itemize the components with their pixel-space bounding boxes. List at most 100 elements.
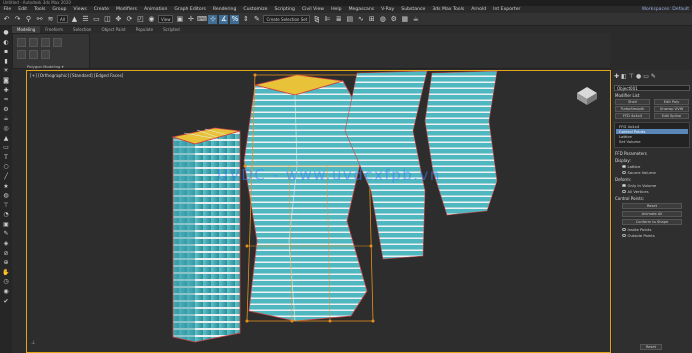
line-icon[interactable]: ╱ bbox=[2, 173, 10, 181]
modifier-edit-poly-button[interactable]: Edit Poly bbox=[654, 99, 689, 105]
loops-button[interactable] bbox=[29, 50, 38, 59]
snap-toggle-icon[interactable]: ⊹ bbox=[208, 14, 218, 24]
polygon-modeling-button[interactable] bbox=[17, 38, 26, 47]
menu-max-tools[interactable]: 3ds Max Tools bbox=[429, 6, 468, 13]
selection-filter[interactable]: All bbox=[57, 15, 68, 23]
menu-substance[interactable]: Substance bbox=[398, 6, 429, 13]
menu-modifiers[interactable]: Modifiers bbox=[112, 6, 140, 13]
tower-straight[interactable] bbox=[171, 127, 241, 343]
menu-rendering[interactable]: Rendering bbox=[209, 6, 239, 13]
text-icon[interactable]: T bbox=[2, 154, 10, 162]
animate-all-button[interactable]: Animate All bbox=[622, 211, 682, 217]
rendered-frame-icon[interactable]: ▦ bbox=[400, 15, 409, 24]
menu-edit[interactable]: Edit bbox=[15, 6, 31, 13]
stack-item[interactable]: Set Volume bbox=[616, 139, 688, 144]
create-tab-icon[interactable]: ✚ bbox=[614, 73, 619, 80]
tower-twisted-2[interactable] bbox=[424, 71, 498, 216]
keyboard-shortcut-icon[interactable]: ⌨ bbox=[197, 15, 207, 24]
motion-tab-icon[interactable]: ● bbox=[636, 73, 641, 80]
radio-all-vertices[interactable]: All Vertices bbox=[622, 189, 682, 194]
menu-views[interactable]: Views bbox=[70, 6, 90, 13]
light-icon[interactable]: ☀ bbox=[2, 67, 10, 75]
utilities-icon[interactable]: ✎ bbox=[2, 230, 10, 238]
undo-icon[interactable]: ↶ bbox=[2, 15, 11, 24]
rotate-icon[interactable]: ⟳ bbox=[125, 15, 134, 24]
cylinder-icon[interactable]: ▮ bbox=[2, 58, 10, 66]
viewcube-icon[interactable] bbox=[577, 87, 597, 105]
menu-create[interactable]: Create bbox=[90, 6, 112, 13]
torus-icon[interactable]: ◎ bbox=[2, 125, 10, 133]
tab-selection[interactable]: Selection bbox=[68, 26, 96, 33]
reference-coordinate-select[interactable]: View bbox=[157, 15, 174, 23]
modifier-list-dropdown[interactable]: Modifier List bbox=[615, 93, 689, 98]
helper-icon[interactable]: ✚ bbox=[2, 87, 10, 95]
menu-exporter[interactable]: Int Exporter bbox=[490, 6, 524, 13]
object-name-field[interactable]: Object001 bbox=[614, 85, 690, 91]
tab-object-paint[interactable]: Object Paint bbox=[96, 26, 130, 33]
radio-source-volume[interactable]: Source Volume bbox=[622, 170, 682, 175]
teapot-icon[interactable]: ☕ bbox=[2, 115, 10, 123]
menu-group[interactable]: Group bbox=[49, 6, 70, 13]
zoom-icon[interactable]: ⊕ bbox=[2, 259, 10, 267]
select-manipulate-icon[interactable]: ✛ bbox=[186, 15, 195, 24]
edit-button[interactable] bbox=[41, 38, 50, 47]
rect-select-icon[interactable]: ▭ bbox=[92, 15, 101, 24]
place-icon[interactable]: ◉ bbox=[147, 15, 156, 24]
conform-to-shape-button[interactable]: Conform to Shape bbox=[622, 219, 682, 225]
modifier-turbosmooth-button[interactable]: TurboSmooth bbox=[615, 106, 650, 112]
bind-icon[interactable]: ≋ bbox=[46, 15, 55, 24]
panel-reset-button[interactable]: Reset bbox=[640, 344, 662, 350]
systems-icon[interactable]: ⚙ bbox=[2, 106, 10, 114]
check-icon[interactable]: ✔ bbox=[2, 298, 10, 306]
redo-icon[interactable]: ↷ bbox=[13, 15, 22, 24]
menu-tools[interactable]: Tools bbox=[31, 6, 49, 13]
select-by-name-icon[interactable]: ☰ bbox=[81, 15, 90, 24]
curve-editor-icon[interactable]: ∿ bbox=[356, 15, 365, 24]
render-setup-icon[interactable]: ⚙ bbox=[389, 15, 398, 24]
tab-freeform[interactable]: Freeform bbox=[40, 26, 68, 33]
menu-arnold[interactable]: Arnold bbox=[468, 6, 490, 13]
circle-icon[interactable]: ○ bbox=[2, 163, 10, 171]
menu-customize[interactable]: Customize bbox=[240, 6, 271, 13]
modifier-unwrap-button[interactable]: Unwrap UVW bbox=[654, 106, 689, 112]
box-icon[interactable]: ▪ bbox=[2, 48, 10, 56]
render-shortcut-icon[interactable]: ◈ bbox=[2, 240, 10, 248]
select-object-icon[interactable]: ▲ bbox=[70, 15, 79, 24]
menu-civil-view[interactable]: Civil View bbox=[298, 6, 327, 13]
subobject-button[interactable] bbox=[17, 50, 26, 59]
star-icon[interactable]: ★ bbox=[2, 183, 10, 191]
move-icon[interactable]: ✥ bbox=[114, 15, 123, 24]
pivot-icon[interactable]: ▣ bbox=[175, 15, 184, 24]
menu-graph-editors[interactable]: Graph Editors bbox=[171, 6, 210, 13]
geometry-button[interactable] bbox=[53, 38, 62, 47]
link-icon[interactable]: ⚲ bbox=[24, 15, 33, 24]
percent-snap-icon[interactable]: % bbox=[230, 14, 240, 24]
menu-help[interactable]: Help bbox=[328, 6, 345, 13]
menu-scripting[interactable]: Scripting bbox=[271, 6, 298, 13]
tab-modeling[interactable]: Modeling bbox=[12, 26, 41, 33]
display-tab-icon[interactable]: ▭ bbox=[643, 73, 649, 80]
plane-icon[interactable]: ▭ bbox=[2, 144, 10, 152]
scale-icon[interactable]: ◰ bbox=[136, 15, 145, 24]
modifier-shell-button[interactable]: Shell bbox=[615, 99, 650, 105]
menu-megascans[interactable]: Megascans bbox=[345, 6, 378, 13]
ffd-params-title[interactable]: FFD Parameters bbox=[615, 151, 689, 156]
workspace-selector[interactable]: Workspaces: Default bbox=[639, 6, 692, 13]
maximize-icon[interactable]: ◉ bbox=[2, 288, 10, 296]
tris-button[interactable] bbox=[41, 50, 50, 59]
angle-snap-icon[interactable]: ∡ bbox=[219, 14, 229, 24]
modifier-edit-spline-button[interactable]: Edit Spline bbox=[654, 113, 689, 119]
viewport-orthographic[interactable]: [+] [Orthographic] [Standard] [Edged Fac… bbox=[26, 70, 611, 353]
motion-icon[interactable]: ◔ bbox=[2, 211, 10, 219]
window-crossing-icon[interactable]: ◫ bbox=[103, 15, 112, 24]
sphere-icon[interactable]: ◐ bbox=[2, 39, 10, 47]
modify-tab-icon[interactable]: ◧ bbox=[621, 73, 627, 80]
layer-explorer-icon[interactable]: ≣ bbox=[334, 15, 343, 24]
scene-explorer-icon[interactable]: ▤ bbox=[345, 15, 354, 24]
pan-icon[interactable]: ✋ bbox=[2, 269, 10, 277]
named-selection-icon[interactable]: ✎ bbox=[252, 15, 261, 24]
utilities-tab-icon[interactable]: ✎ bbox=[651, 73, 656, 80]
create-icon[interactable]: ● bbox=[2, 29, 10, 37]
hierarchy-icon[interactable]: ⊤ bbox=[2, 202, 10, 210]
align-icon[interactable]: ⊫ bbox=[323, 15, 332, 24]
